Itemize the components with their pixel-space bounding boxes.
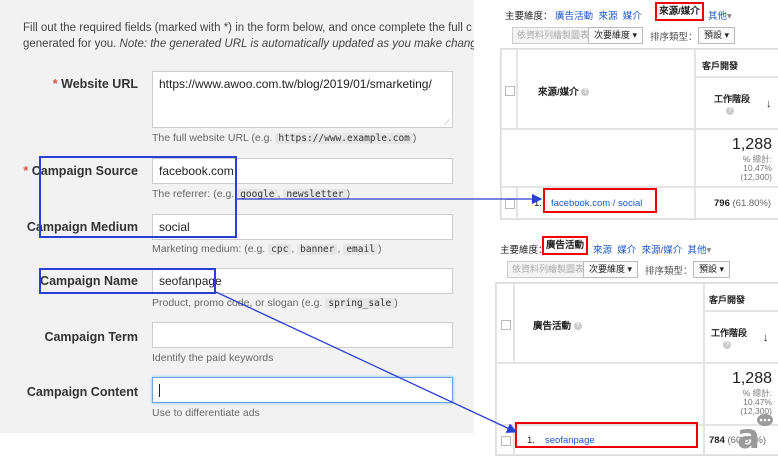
annotation-arrows bbox=[215, 193, 543, 433]
arrow-campaign-name bbox=[215, 291, 518, 433]
